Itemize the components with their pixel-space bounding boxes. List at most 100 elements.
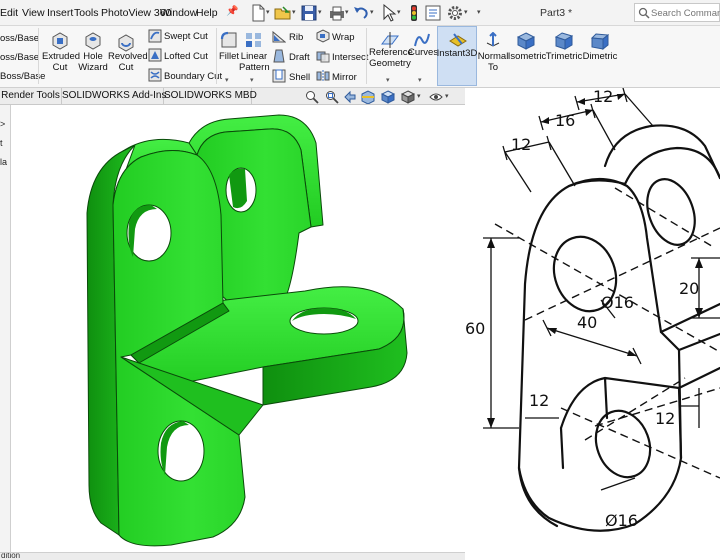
isometric-label[interactable]: Isometric bbox=[507, 51, 547, 62]
lofted-cut-label[interactable]: Lofted Cut bbox=[164, 51, 208, 62]
revolved-cut-label-2[interactable]: Cut bbox=[108, 62, 144, 73]
open-caret-icon[interactable]: ▾ bbox=[292, 8, 296, 16]
reference-geometry-label-1[interactable]: Reference bbox=[369, 47, 413, 58]
hide-show-caret-icon[interactable]: ▾ bbox=[445, 92, 449, 100]
file-properties-icon[interactable] bbox=[424, 4, 442, 22]
reference-drawing: 12 16 12 60 Ø16 40 20 12 12 Ø16 bbox=[465, 88, 720, 560]
lofted-cut-icon[interactable] bbox=[148, 48, 162, 62]
revolved-cut-label-1[interactable]: Revolved bbox=[108, 51, 148, 62]
shell-label[interactable]: Shell bbox=[289, 72, 310, 83]
reference-geometry-caret-icon[interactable]: ▾ bbox=[386, 76, 390, 84]
status-bar: dition bbox=[0, 552, 465, 560]
select-arrow-icon[interactable] bbox=[380, 4, 398, 22]
normal-to-label-1[interactable]: Normal bbox=[477, 51, 509, 62]
tab-solidworks-mbd[interactable]: SOLIDWORKS MBD bbox=[164, 88, 257, 105]
trimetric-label[interactable]: Trimetric bbox=[545, 51, 583, 62]
rebuild-icon[interactable] bbox=[405, 4, 423, 22]
boss-base-item-1[interactable]: oss/Base bbox=[0, 33, 39, 44]
search-input[interactable] bbox=[651, 6, 720, 20]
reference-geometry-label-2[interactable]: Geometry bbox=[369, 58, 411, 69]
extruded-cut-label-1[interactable]: Extruded bbox=[42, 51, 80, 62]
linear-pattern-icon[interactable] bbox=[244, 30, 264, 50]
mirror-icon[interactable] bbox=[316, 69, 330, 83]
boundary-cut-icon[interactable] bbox=[148, 68, 162, 82]
fillet-icon[interactable] bbox=[219, 30, 239, 50]
shell-icon[interactable] bbox=[272, 69, 286, 83]
graphics-area[interactable] bbox=[11, 105, 465, 552]
new-caret-icon[interactable]: ▾ bbox=[266, 8, 270, 16]
zoom-to-area-icon[interactable] bbox=[325, 90, 339, 104]
display-style-icon[interactable] bbox=[401, 90, 415, 104]
panel-expand-arrow[interactable]: > bbox=[0, 119, 11, 129]
previous-view-icon[interactable] bbox=[343, 90, 357, 104]
menu-help[interactable]: Help bbox=[196, 7, 218, 19]
menu-insert[interactable]: Insert bbox=[47, 7, 73, 19]
normal-to-icon[interactable] bbox=[484, 32, 502, 50]
wrap-label[interactable]: Wrap bbox=[332, 32, 355, 43]
drawing-center-line-4 bbox=[560, 407, 720, 479]
dimetric-label[interactable]: Dimetric bbox=[581, 51, 619, 62]
display-style-caret-icon[interactable]: ▾ bbox=[417, 92, 421, 100]
linear-pattern-caret-icon[interactable]: ▾ bbox=[250, 76, 254, 84]
menu-window[interactable]: Window bbox=[160, 7, 197, 19]
linear-pattern-label-1[interactable]: Linear bbox=[239, 51, 269, 62]
isometric-icon[interactable] bbox=[517, 32, 535, 50]
search-commands-box[interactable] bbox=[634, 3, 720, 22]
options-caret-icon[interactable]: ▾ bbox=[464, 8, 468, 16]
section-view-icon[interactable] bbox=[361, 90, 375, 104]
extruded-cut-icon[interactable] bbox=[50, 30, 70, 50]
swept-cut-label[interactable]: Swept Cut bbox=[164, 31, 208, 42]
fillet-caret-icon[interactable]: ▾ bbox=[225, 76, 229, 84]
dim-right-20: 20 bbox=[679, 279, 699, 298]
pin-icon[interactable]: 📌 bbox=[226, 6, 238, 17]
dim-inner-12-left: 12 bbox=[529, 391, 549, 410]
command-manager-ribbon: oss/Base oss/Base Boss/Base Extruded Cut… bbox=[0, 26, 720, 88]
options-gear-icon[interactable] bbox=[446, 4, 464, 22]
select-caret-icon[interactable]: ▾ bbox=[397, 8, 401, 16]
hide-show-items-icon[interactable] bbox=[429, 90, 443, 104]
menu-view[interactable]: View bbox=[22, 7, 45, 19]
search-icon bbox=[638, 7, 650, 19]
tab-solidworks-add-ins[interactable]: SOLIDWORKS Add-Ins bbox=[62, 88, 166, 105]
boundary-cut-label[interactable]: Boundary Cut bbox=[164, 71, 222, 82]
normal-to-label-2[interactable]: To bbox=[477, 62, 509, 73]
hole-wizard-icon[interactable] bbox=[83, 30, 103, 50]
curves-caret-icon[interactable]: ▾ bbox=[418, 76, 422, 84]
print-icon[interactable] bbox=[328, 4, 346, 22]
print-caret-icon[interactable]: ▾ bbox=[345, 8, 349, 16]
mirror-label[interactable]: Mirror bbox=[332, 72, 357, 83]
green-part-model[interactable] bbox=[11, 105, 465, 552]
new-document-icon[interactable] bbox=[249, 4, 267, 22]
hole-wizard-label-1[interactable]: Hole bbox=[77, 51, 109, 62]
menu-edit[interactable]: Edit bbox=[0, 7, 18, 19]
save-icon[interactable] bbox=[300, 4, 318, 22]
rib-label[interactable]: Rib bbox=[289, 32, 303, 43]
undo-caret-icon[interactable]: ▾ bbox=[370, 8, 374, 16]
rib-icon[interactable] bbox=[272, 29, 286, 43]
tab-render-tools[interactable]: Render Tools bbox=[0, 88, 62, 105]
linear-pattern-label-2[interactable]: Pattern bbox=[239, 62, 270, 73]
drawing-horizontal-arm bbox=[659, 302, 720, 390]
swept-cut-icon[interactable] bbox=[148, 29, 162, 43]
menu-tools[interactable]: Tools bbox=[74, 7, 99, 19]
open-folder-icon[interactable] bbox=[274, 4, 292, 22]
intersect-icon[interactable] bbox=[316, 49, 330, 63]
save-caret-icon[interactable]: ▾ bbox=[318, 8, 322, 16]
drawing-back-upright-inner bbox=[623, 146, 720, 186]
trimetric-icon[interactable] bbox=[555, 32, 573, 50]
extruded-cut-label-2[interactable]: Cut bbox=[42, 62, 78, 73]
draft-icon[interactable] bbox=[272, 49, 286, 63]
zoom-to-fit-icon[interactable] bbox=[305, 90, 319, 104]
hole-wizard-label-2[interactable]: Wizard bbox=[77, 62, 109, 73]
boss-base-item-2[interactable]: oss/Base bbox=[0, 52, 39, 63]
dimetric-icon[interactable] bbox=[591, 32, 609, 50]
view-orientation-icon[interactable] bbox=[381, 90, 395, 104]
instant3d-button[interactable]: Instant3D bbox=[437, 26, 477, 86]
intersect-label[interactable]: Intersect bbox=[332, 52, 368, 63]
customize-caret-icon[interactable]: ▾ bbox=[477, 8, 481, 16]
undo-icon[interactable] bbox=[352, 4, 370, 22]
curves-label[interactable]: Curves bbox=[408, 47, 438, 58]
revolved-cut-icon[interactable] bbox=[116, 32, 136, 52]
wrap-icon[interactable] bbox=[316, 29, 330, 43]
draft-label[interactable]: Draft bbox=[289, 52, 310, 63]
